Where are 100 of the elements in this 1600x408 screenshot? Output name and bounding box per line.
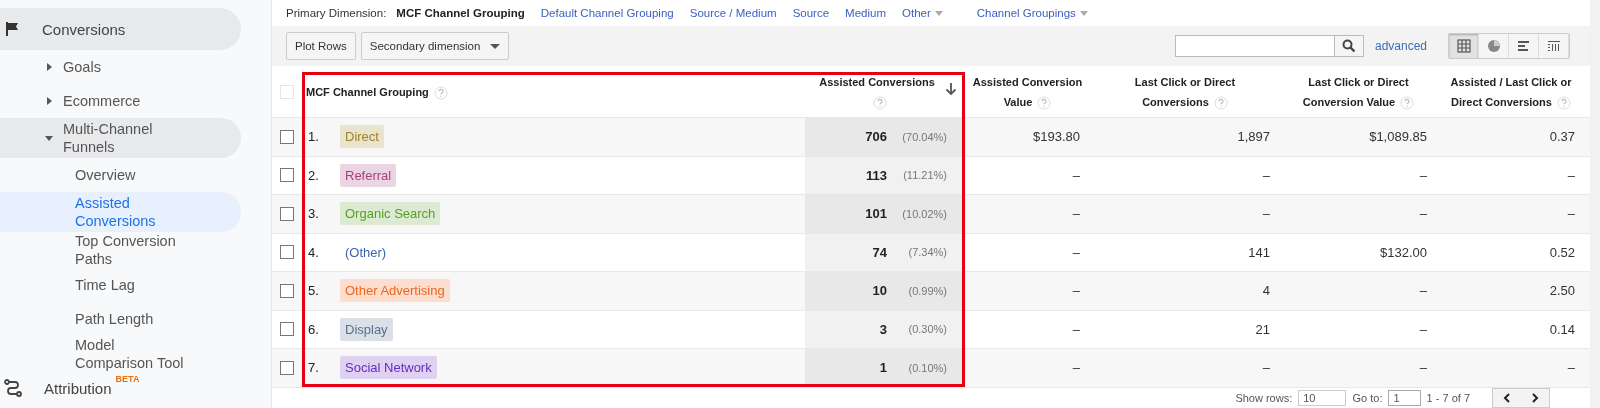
go-to-field[interactable]: 1 <box>1388 389 1421 406</box>
search-field[interactable] <box>1174 35 1335 57</box>
table-cell: – <box>1072 244 1080 260</box>
table-cell: – <box>1567 360 1575 376</box>
percentage: (10.02%) <box>901 207 947 220</box>
dimension-link[interactable]: Source <box>792 7 830 19</box>
sidebar-item[interactable]: Path Length <box>0 302 241 336</box>
caret-down-icon <box>490 43 501 49</box>
table-cell: – <box>1072 167 1080 183</box>
percentage: (7.34%) <box>907 246 947 259</box>
next-page-button[interactable] <box>1521 388 1549 407</box>
sidebar-item[interactable]: Goals <box>0 50 241 84</box>
grid-icon <box>1456 39 1471 53</box>
table-cell: 4 <box>1262 283 1270 299</box>
page-range: 1 - 7 of 7 <box>1426 391 1470 404</box>
pivot-icon <box>1546 39 1561 53</box>
table-cell: – <box>1262 167 1270 183</box>
percentage: (70.04%) <box>901 130 947 143</box>
chevron-right-icon <box>1531 392 1539 403</box>
select-all-checkbox[interactable] <box>280 84 294 99</box>
sidebar-item[interactable]: Time Lag <box>0 268 241 302</box>
percentage: (11.21%) <box>902 169 947 182</box>
sidebar-item[interactable]: Multi-Channel Funnels <box>0 118 241 158</box>
table-cell: 10 <box>872 283 887 299</box>
chevron-left-icon <box>1503 392 1511 403</box>
channel-tag[interactable]: Social Network <box>340 356 437 380</box>
table-cell: 2.50 <box>1549 283 1575 299</box>
row-checkbox[interactable] <box>280 360 294 375</box>
row-checkbox[interactable] <box>280 206 294 221</box>
table-cell: – <box>1072 360 1080 376</box>
row-number: 6. <box>308 321 320 337</box>
table-cell: – <box>1072 283 1080 299</box>
beta-label: BETA <box>115 374 140 384</box>
sidebar-item[interactable]: Top Conversion Paths <box>0 232 241 268</box>
sidebar-item[interactable]: Conversions <box>0 8 241 50</box>
table-cell: – <box>1419 167 1427 183</box>
dimension-link[interactable]: MCF Channel Grouping <box>396 7 525 19</box>
row-checkbox[interactable] <box>280 322 294 337</box>
table-cell: – <box>1419 283 1427 299</box>
row-checkbox[interactable] <box>280 129 294 144</box>
percentage: (0.99%) <box>907 284 947 297</box>
dimension-link[interactable]: Source / Medium <box>689 7 777 19</box>
advanced-link[interactable]: advanced <box>1374 39 1427 53</box>
sidebar-item[interactable]: Model Comparison Tool <box>0 336 241 372</box>
table-cell: – <box>1072 206 1080 222</box>
search-icon <box>1341 39 1356 53</box>
row-number: 7. <box>308 360 320 376</box>
percentage: (0.30%) <box>907 323 947 336</box>
caret-down-icon <box>1079 10 1088 16</box>
table-cell: 113 <box>866 167 887 183</box>
column-header[interactable]: Assisted Conversion Value <box>965 66 1090 117</box>
table-cell: – <box>1567 206 1575 222</box>
table-cell: 0.52 <box>1549 244 1575 260</box>
column-header[interactable]: Assisted / Last Click or Direct Conversions <box>1437 66 1585 117</box>
table-cell: 74 <box>872 244 887 260</box>
row-checkbox[interactable] <box>280 245 294 260</box>
table-cell: – <box>1419 321 1427 337</box>
percentage: (0.10%) <box>907 361 947 374</box>
table-cell: $132.00 <box>1380 244 1427 260</box>
row-checkbox[interactable] <box>280 168 294 183</box>
secondary-dimension-dropdown[interactable]: Secondary dimension <box>360 32 510 60</box>
table-cell: – <box>1262 206 1270 222</box>
table-cell: $193.80 <box>1033 129 1080 145</box>
table-cell: 101 <box>865 206 887 222</box>
primary-dimension-label: Primary Dimension: <box>286 7 387 19</box>
row-checkbox[interactable] <box>280 283 294 298</box>
dimension-link[interactable]: Medium <box>845 7 886 19</box>
table-cell: 0.14 <box>1549 321 1575 337</box>
table-view-button[interactable] <box>1449 34 1479 58</box>
column-header[interactable]: Last Click or Direct Conversion Value <box>1280 66 1437 117</box>
sidebar-item[interactable]: Assisted Conversions <box>0 192 241 232</box>
dimension-link[interactable]: Other <box>902 7 943 19</box>
table-cell: 141 <box>1248 244 1270 260</box>
go-to-label: Go to: <box>1352 391 1383 404</box>
search-button[interactable] <box>1333 35 1364 57</box>
table-cell: 3 <box>879 321 887 337</box>
channel-tag[interactable]: Display <box>340 317 393 341</box>
route-icon <box>4 379 22 397</box>
table-cell: 1 <box>879 360 887 376</box>
previous-page-button[interactable] <box>1493 388 1521 407</box>
sidebar-item[interactable]: Overview <box>0 158 241 192</box>
rows-dropdown[interactable]: 10 <box>1298 389 1347 406</box>
table-cell: 0.37 <box>1549 129 1575 145</box>
bar-chart-icon <box>1516 39 1531 53</box>
show-rows-label: Show rows: <box>1235 391 1293 404</box>
channel-tag[interactable]: (Other) <box>340 240 392 264</box>
plot-rows-button[interactable]: Plot Rows <box>286 32 356 60</box>
sort-arrow-icon <box>945 82 957 96</box>
column-header[interactable]: Assisted Conversions <box>805 66 965 117</box>
table-cell: – <box>1567 167 1575 183</box>
dimension-link[interactable]: Channel Groupings <box>976 7 1088 19</box>
sidebar-item[interactable]: Ecommerce <box>0 84 241 118</box>
row-number: 1. <box>308 129 320 145</box>
table-cell: – <box>1072 321 1080 337</box>
dimension-link[interactable]: Default Channel Grouping <box>540 7 674 19</box>
channel-tag[interactable]: Referral <box>340 163 397 187</box>
sidebar-item[interactable]: Attribution $^{BETA}$ <box>0 372 241 404</box>
column-header[interactable]: MCF Channel Grouping <box>302 66 805 117</box>
table-cell: 706 <box>865 129 887 145</box>
column-header[interactable]: Last Click or Direct Conversions <box>1090 66 1280 117</box>
